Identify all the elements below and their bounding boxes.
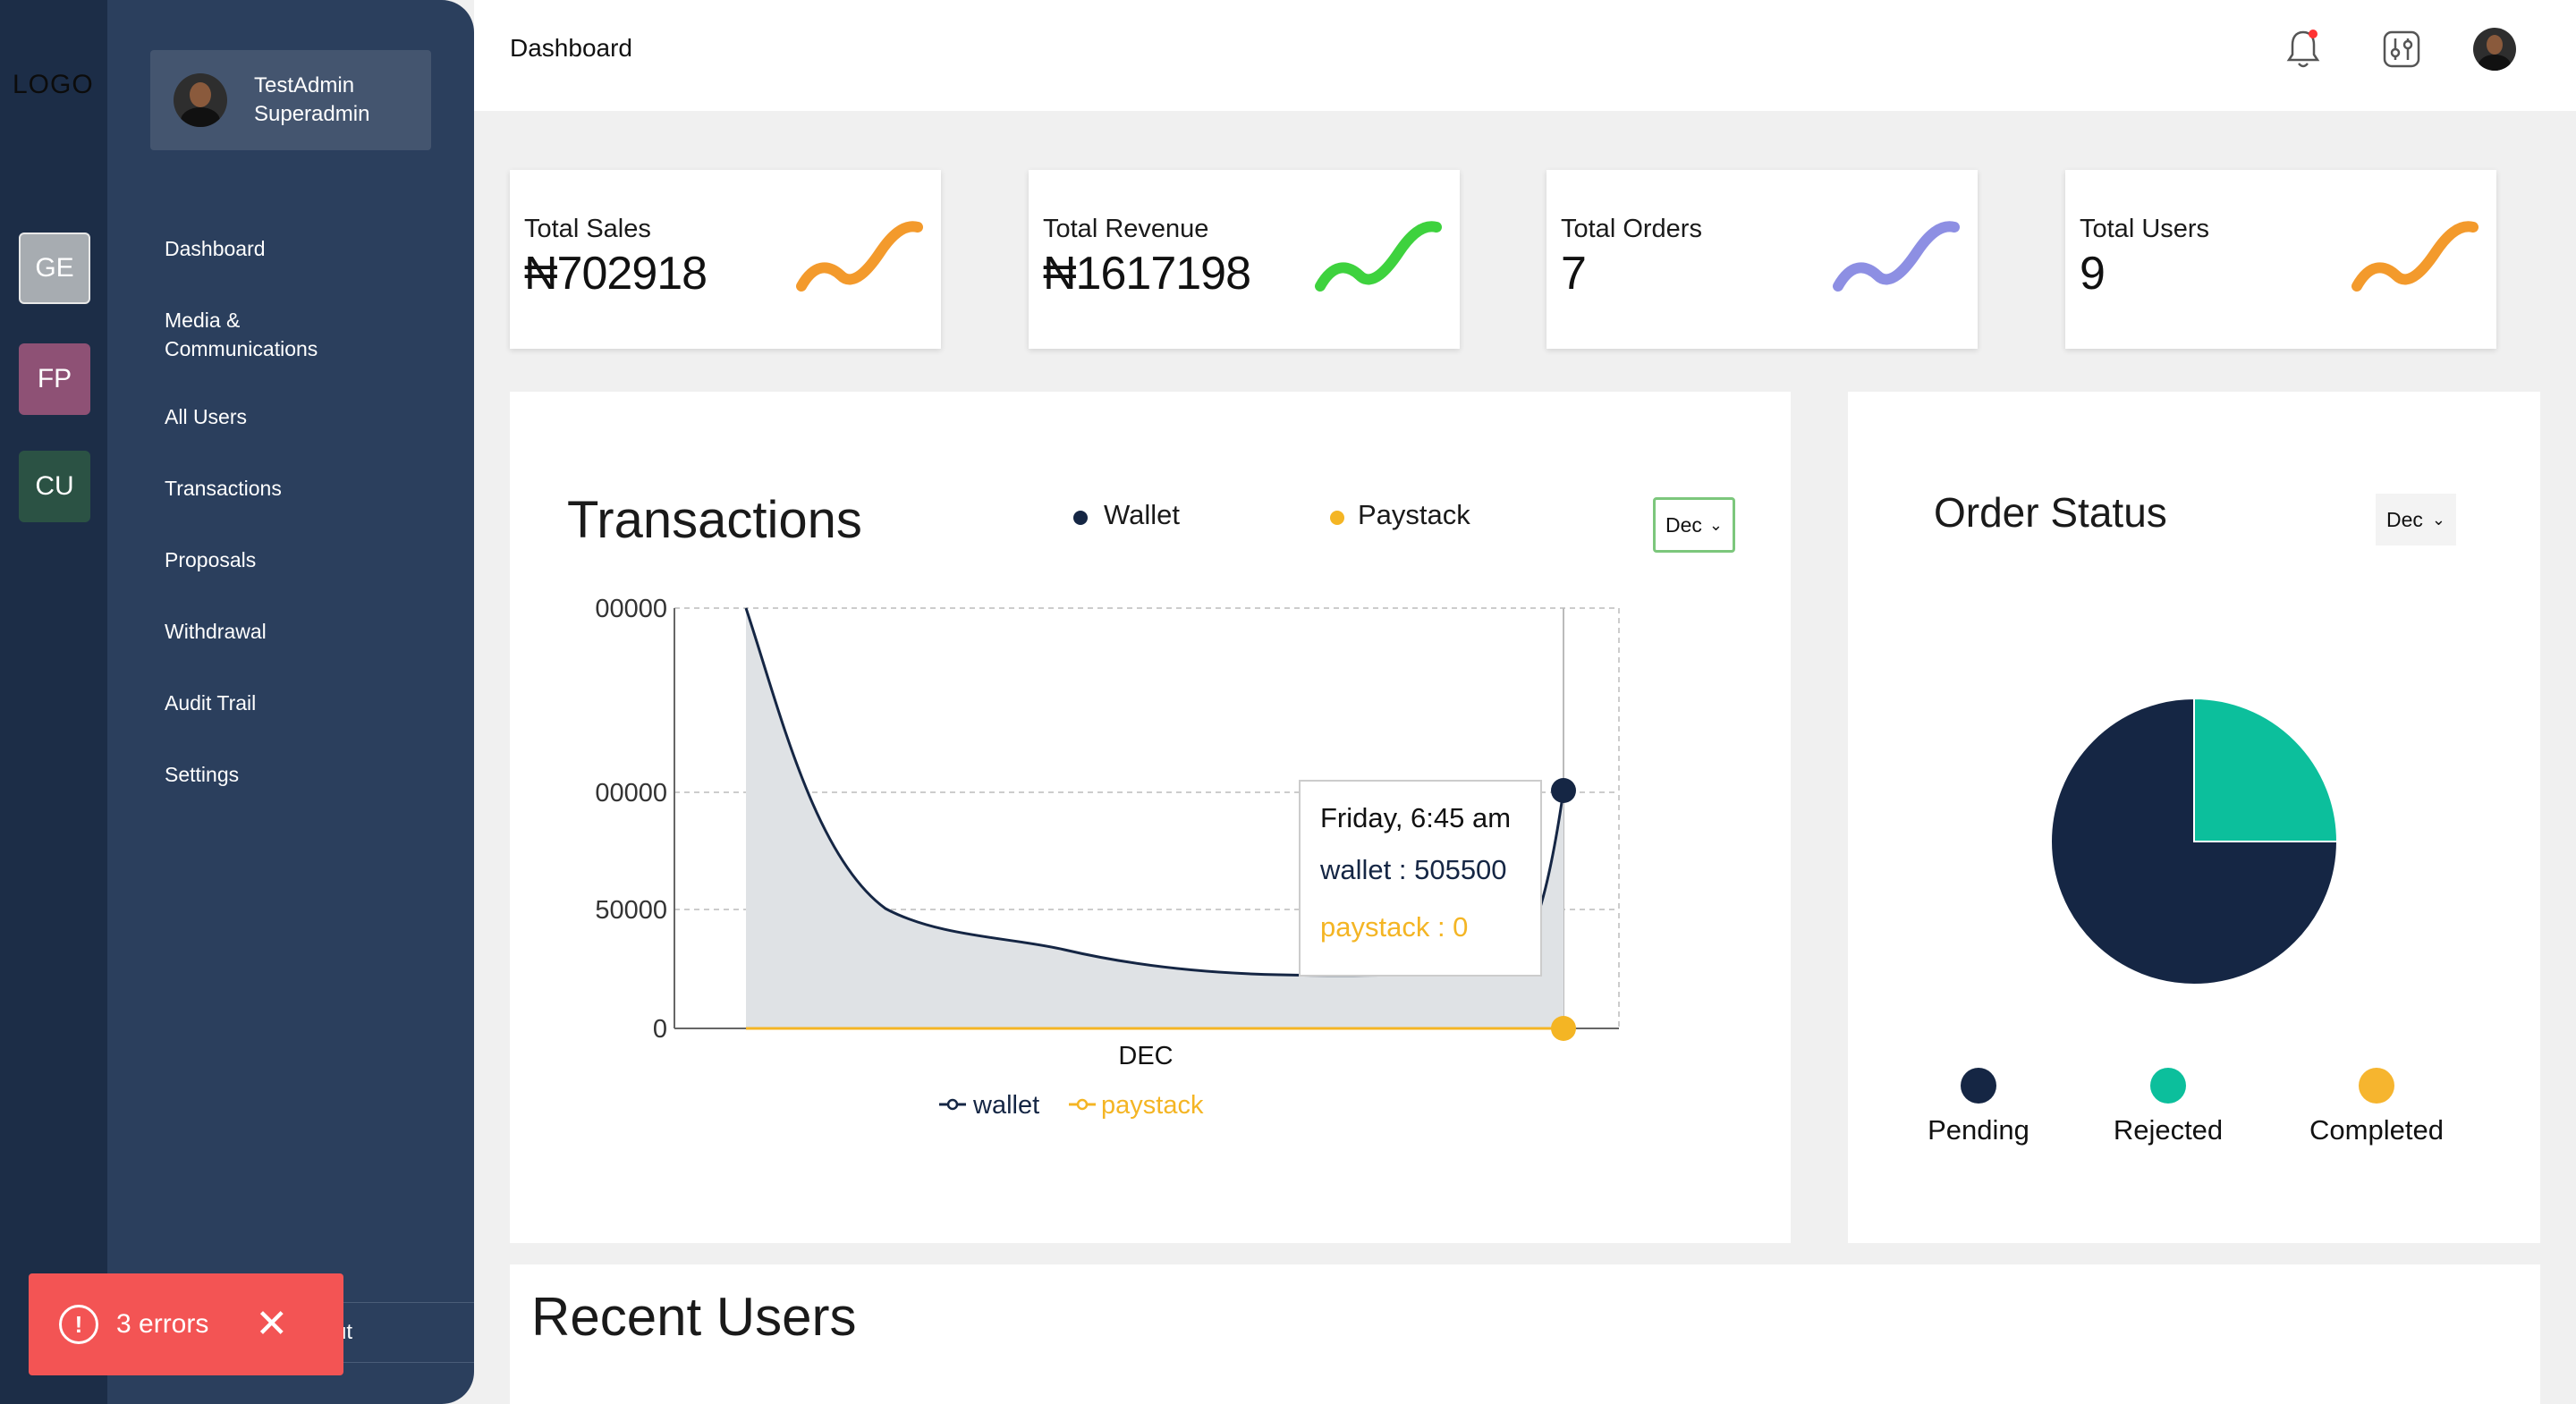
stat-card-total-users: Total Users 9 [2065, 170, 2496, 349]
paystack-bottom-legend: paystack [1101, 1091, 1204, 1120]
sidebar: TestAdmin Superadmin Dashboard Media & C… [107, 0, 474, 1404]
page-title: Dashboard [510, 34, 632, 62]
error-count: 3 errors [116, 1309, 209, 1339]
order-month-value: Dec [2386, 507, 2423, 531]
sidebar-item-all-users[interactable]: All Users [165, 402, 451, 431]
sidebar-item-label: Media & [165, 309, 241, 332]
workspace-ge[interactable]: GE [19, 233, 90, 304]
transactions-chart: 00000 00000 50000 0 DEC wallet paystack [595, 595, 1620, 1120]
wallet-point [1551, 778, 1576, 803]
tooltip-time: Friday, 6:45 am [1320, 802, 1512, 833]
sidebar-item-dashboard[interactable]: Dashboard [165, 234, 451, 263]
legend-label: Pending [1928, 1114, 2029, 1146]
legend-pending: Pending [1923, 1068, 2034, 1146]
order-month-dropdown[interactable]: Dec ⌄ [2376, 494, 2456, 546]
y-tick-label: 00000 [595, 595, 667, 623]
wallet-bottom-legend: wallet [972, 1091, 1039, 1120]
profile-card[interactable]: TestAdmin Superadmin [150, 50, 431, 150]
x-tick-label: DEC [1118, 1042, 1173, 1070]
stat-value: 7 [1561, 248, 1587, 300]
order-status-title: Order Status [1934, 489, 2167, 536]
error-icon: ! [59, 1305, 98, 1344]
legend-label: Completed [2309, 1114, 2444, 1146]
legend-completed: Completed [2301, 1068, 2453, 1146]
chart-tooltip: Friday, 6:45 am wallet : 505500 paystack… [1299, 780, 1542, 977]
sidebar-nav: Dashboard Media & Communications All Use… [165, 234, 451, 832]
y-tick-label: 0 [653, 1015, 667, 1044]
legend-dot [2150, 1068, 2186, 1104]
stat-value: ₦702918 [524, 248, 708, 300]
bell-icon[interactable] [2281, 27, 2326, 72]
logo: LOGO [13, 70, 94, 99]
sparkline-icon [796, 221, 923, 292]
legend-dot [2359, 1068, 2394, 1104]
stat-label: Total Users [2080, 215, 2210, 243]
stat-value: 9 [2080, 248, 2106, 300]
sidebar-item-media-communications[interactable]: Media & Communications [165, 306, 451, 363]
sidebar-item-settings[interactable]: Settings [165, 760, 451, 789]
y-tick-label: 00000 [595, 779, 667, 808]
user-avatar[interactable] [2472, 27, 2517, 72]
stat-label: Total Revenue [1043, 215, 1209, 243]
stat-card-total-sales: Total Sales ₦702918 [510, 170, 941, 349]
sparkline-icon [1833, 221, 1960, 292]
workspace-cu[interactable]: CU [19, 451, 90, 522]
sidebar-item-transactions[interactable]: Transactions [165, 474, 451, 503]
transactions-panel: Transactions Wallet Paystack Dec ⌄ 00000… [510, 392, 1791, 1243]
sidebar-item-label: Communications [165, 337, 318, 360]
profile-role: Superadmin [254, 102, 370, 126]
error-toast[interactable]: ! 3 errors ✕ [29, 1273, 343, 1375]
tooltip-wallet: wallet : 505500 [1320, 854, 1507, 885]
avatar [174, 73, 227, 127]
order-status-pie [2050, 697, 2339, 985]
sparkline-icon [2351, 221, 2479, 292]
legend-rejected: Rejected [2113, 1068, 2224, 1146]
paystack-legend-marker [1076, 1098, 1089, 1111]
wallet-legend-marker [946, 1098, 959, 1111]
stat-label: Total Sales [524, 215, 651, 243]
stat-label: Total Orders [1561, 215, 1702, 243]
chevron-down-icon: ⌄ [2431, 510, 2445, 529]
close-icon[interactable]: ✕ [255, 1305, 288, 1344]
recent-users-panel: Recent Users [510, 1264, 2540, 1404]
recent-users-title: Recent Users [531, 1287, 857, 1347]
workspace-rail: LOGO GE FP CU [0, 0, 107, 1404]
profile-name: TestAdmin [254, 73, 355, 97]
pie-slice-rejected [2193, 697, 2339, 842]
order-status-panel: Order Status Dec ⌄ Pending Rejected Comp… [1848, 392, 2540, 1243]
settings-sliders-icon[interactable] [2379, 27, 2424, 72]
stat-card-total-revenue: Total Revenue ₦1617198 [1029, 170, 1460, 349]
legend-dot [1961, 1068, 1996, 1104]
stat-card-total-orders: Total Orders 7 [1546, 170, 1978, 349]
legend-label: Rejected [2113, 1114, 2224, 1146]
tooltip-paystack: paystack : 0 [1320, 911, 1469, 943]
y-tick-label: 50000 [595, 896, 667, 925]
sidebar-item-withdrawal[interactable]: Withdrawal [165, 617, 451, 646]
sidebar-item-proposals[interactable]: Proposals [165, 546, 451, 574]
workspace-fp[interactable]: FP [19, 343, 90, 415]
sparkline-icon [1315, 221, 1442, 292]
top-bar: Dashboard [474, 0, 2576, 111]
stat-value: ₦1617198 [1043, 248, 1251, 300]
sidebar-item-audit-trail[interactable]: Audit Trail [165, 689, 451, 717]
paystack-point [1551, 1016, 1576, 1041]
